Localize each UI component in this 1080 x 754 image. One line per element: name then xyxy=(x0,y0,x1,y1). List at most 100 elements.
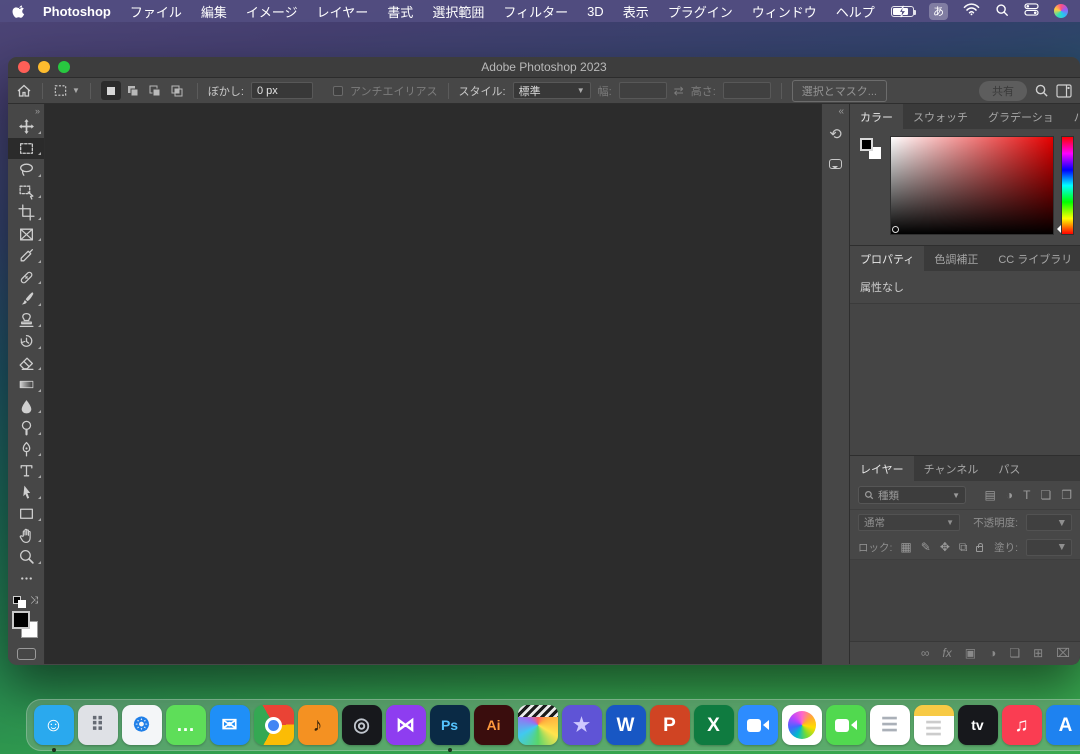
clone-stamp-tool[interactable] xyxy=(8,310,45,332)
dock-mail[interactable]: ✉ xyxy=(209,705,250,746)
apple-menu-icon[interactable] xyxy=(12,4,27,19)
layer-mask-icon[interactable]: ▣ xyxy=(965,646,976,660)
zoom-tool[interactable] xyxy=(8,546,45,568)
lock-all-icon[interactable] xyxy=(976,543,983,552)
menu-item-5[interactable]: 書式 xyxy=(387,2,413,21)
layers-tab-0[interactable]: レイヤー xyxy=(850,456,914,481)
dock-chrome[interactable] xyxy=(253,705,294,746)
menu-item-3[interactable]: イメージ xyxy=(246,2,298,21)
dock-excel[interactable]: X xyxy=(693,705,734,746)
dock-final-cut-pro[interactable] xyxy=(517,705,558,746)
spot-healing-brush-tool[interactable] xyxy=(8,267,45,289)
eraser-tool[interactable] xyxy=(8,353,45,375)
layers-tab-2[interactable]: パス xyxy=(988,456,1030,481)
swap-colors-icon[interactable]: ⤨ xyxy=(30,595,38,606)
properties-tab-0[interactable]: プロパティ xyxy=(850,246,924,271)
dock-launchpad[interactable]: ⠿ xyxy=(77,705,118,746)
filter-smart-objects-icon[interactable]: ❐ xyxy=(1061,488,1072,502)
input-method-icon[interactable]: あ xyxy=(929,3,948,20)
menu-item-6[interactable]: 選択範囲 xyxy=(432,2,484,21)
minimize-button[interactable] xyxy=(38,61,50,73)
dock-djay[interactable]: ◎ xyxy=(341,705,382,746)
adjustment-layer-icon[interactable]: ◑ xyxy=(989,646,996,660)
frame-tool[interactable] xyxy=(8,224,45,246)
spotlight-search-icon[interactable] xyxy=(995,3,1009,20)
lock-transparent-pixels-icon[interactable]: ▦ xyxy=(900,540,911,554)
dock-photos[interactable] xyxy=(781,705,822,746)
dock-illustrator[interactable]: Ai xyxy=(473,705,514,746)
lock-position-icon[interactable]: ✥ xyxy=(940,540,950,554)
filter-type-layers-icon[interactable]: T xyxy=(1023,488,1030,502)
dock-word[interactable]: W xyxy=(605,705,646,746)
edit-toolbar-button[interactable] xyxy=(8,568,45,590)
fill-field[interactable]: ▼ xyxy=(1026,539,1072,556)
rectangular-marquee-tool[interactable] xyxy=(8,138,45,160)
canvas-area[interactable] xyxy=(45,104,821,664)
blend-mode-select[interactable]: 通常 ▼ xyxy=(858,514,960,531)
path-selection-tool[interactable] xyxy=(8,482,45,504)
dock-notes[interactable]: ☰ xyxy=(913,705,954,746)
layer-style-icon[interactable]: fx xyxy=(942,646,951,660)
filter-shape-layers-icon[interactable]: ❏ xyxy=(1040,488,1051,502)
menu-item-9[interactable]: 表示 xyxy=(623,2,649,21)
dock-zoom[interactable] xyxy=(737,705,778,746)
expand-panels-icon[interactable]: « xyxy=(838,106,843,117)
menu-item-7[interactable]: フィルター xyxy=(503,2,568,21)
new-group-icon[interactable]: ❏ xyxy=(1009,646,1020,660)
properties-tab-1[interactable]: 色調補正 xyxy=(924,246,988,271)
width-input[interactable] xyxy=(619,82,667,99)
history-panel-icon[interactable]: ⟲ xyxy=(825,123,847,145)
type-tool[interactable] xyxy=(8,460,45,482)
dock-affinity-photo[interactable]: ⋈ xyxy=(385,705,426,746)
link-layers-icon[interactable]: ∞ xyxy=(921,646,930,660)
rectangle-tool[interactable] xyxy=(8,503,45,525)
color-tab-0[interactable]: カラー xyxy=(850,104,903,129)
menu-item-1[interactable]: ファイル xyxy=(130,2,182,21)
saturation-brightness-field[interactable] xyxy=(890,136,1054,235)
new-layer-icon[interactable]: ⊞ xyxy=(1033,646,1043,660)
lasso-tool[interactable] xyxy=(8,159,45,181)
dock-messages[interactable]: … xyxy=(165,705,206,746)
blur-tool[interactable] xyxy=(8,396,45,418)
lock-image-pixels-icon[interactable]: ✎ xyxy=(921,540,931,554)
hue-slider[interactable] xyxy=(1061,136,1074,235)
menu-item-2[interactable]: 編集 xyxy=(201,2,227,21)
menu-item-10[interactable]: プラグイン xyxy=(668,2,733,21)
dock-finder[interactable]: ☺ xyxy=(33,705,74,746)
history-brush-tool[interactable] xyxy=(8,331,45,353)
menu-item-4[interactable]: レイヤー xyxy=(317,2,369,21)
layers-list[interactable] xyxy=(850,560,1080,641)
object-selection-tool[interactable] xyxy=(8,181,45,203)
search-icon[interactable] xyxy=(1034,83,1049,98)
dock-facetime[interactable] xyxy=(825,705,866,746)
foreground-color-swatch[interactable] xyxy=(12,611,30,629)
dock-imovie[interactable]: ★ xyxy=(561,705,602,746)
dock-apple-music[interactable]: ♫ xyxy=(1001,705,1042,746)
workspace-switcher-icon[interactable] xyxy=(1056,84,1072,98)
foreground-swatch[interactable] xyxy=(860,138,873,151)
quick-mask-icon[interactable] xyxy=(17,648,36,660)
pen-tool[interactable] xyxy=(8,439,45,461)
battery-charging-icon[interactable] xyxy=(891,6,914,17)
comments-panel-icon[interactable] xyxy=(825,153,847,175)
dock-garageband[interactable]: ♪ xyxy=(297,705,338,746)
opacity-field[interactable]: ▼ xyxy=(1026,514,1072,531)
menu-item-12[interactable]: ヘルプ xyxy=(836,2,875,21)
share-button[interactable]: 共有 xyxy=(979,81,1027,101)
dock-safari[interactable]: ❂ xyxy=(121,705,162,746)
style-select[interactable]: 標準 ▼ xyxy=(513,82,591,99)
layer-search-select[interactable]: 種類 ▼ xyxy=(858,486,966,504)
height-input[interactable] xyxy=(723,82,771,99)
select-and-mask-button[interactable]: 選択とマスク... xyxy=(792,80,887,102)
brush-tool[interactable] xyxy=(8,288,45,310)
filter-adjustment-layers-icon[interactable]: ◑ xyxy=(1006,488,1013,502)
move-tool[interactable] xyxy=(8,116,45,138)
siri-icon[interactable] xyxy=(1054,4,1068,18)
menu-item-photoshop[interactable]: Photoshop xyxy=(43,4,111,19)
close-button[interactable] xyxy=(18,61,30,73)
dock-reminders[interactable]: ☰ xyxy=(869,705,910,746)
dock-powerpoint[interactable]: P xyxy=(649,705,690,746)
dock-photoshop[interactable]: Ps xyxy=(429,705,470,746)
color-tab-3[interactable]: パターン xyxy=(1064,104,1080,129)
dock-app-store[interactable]: A xyxy=(1045,705,1080,746)
